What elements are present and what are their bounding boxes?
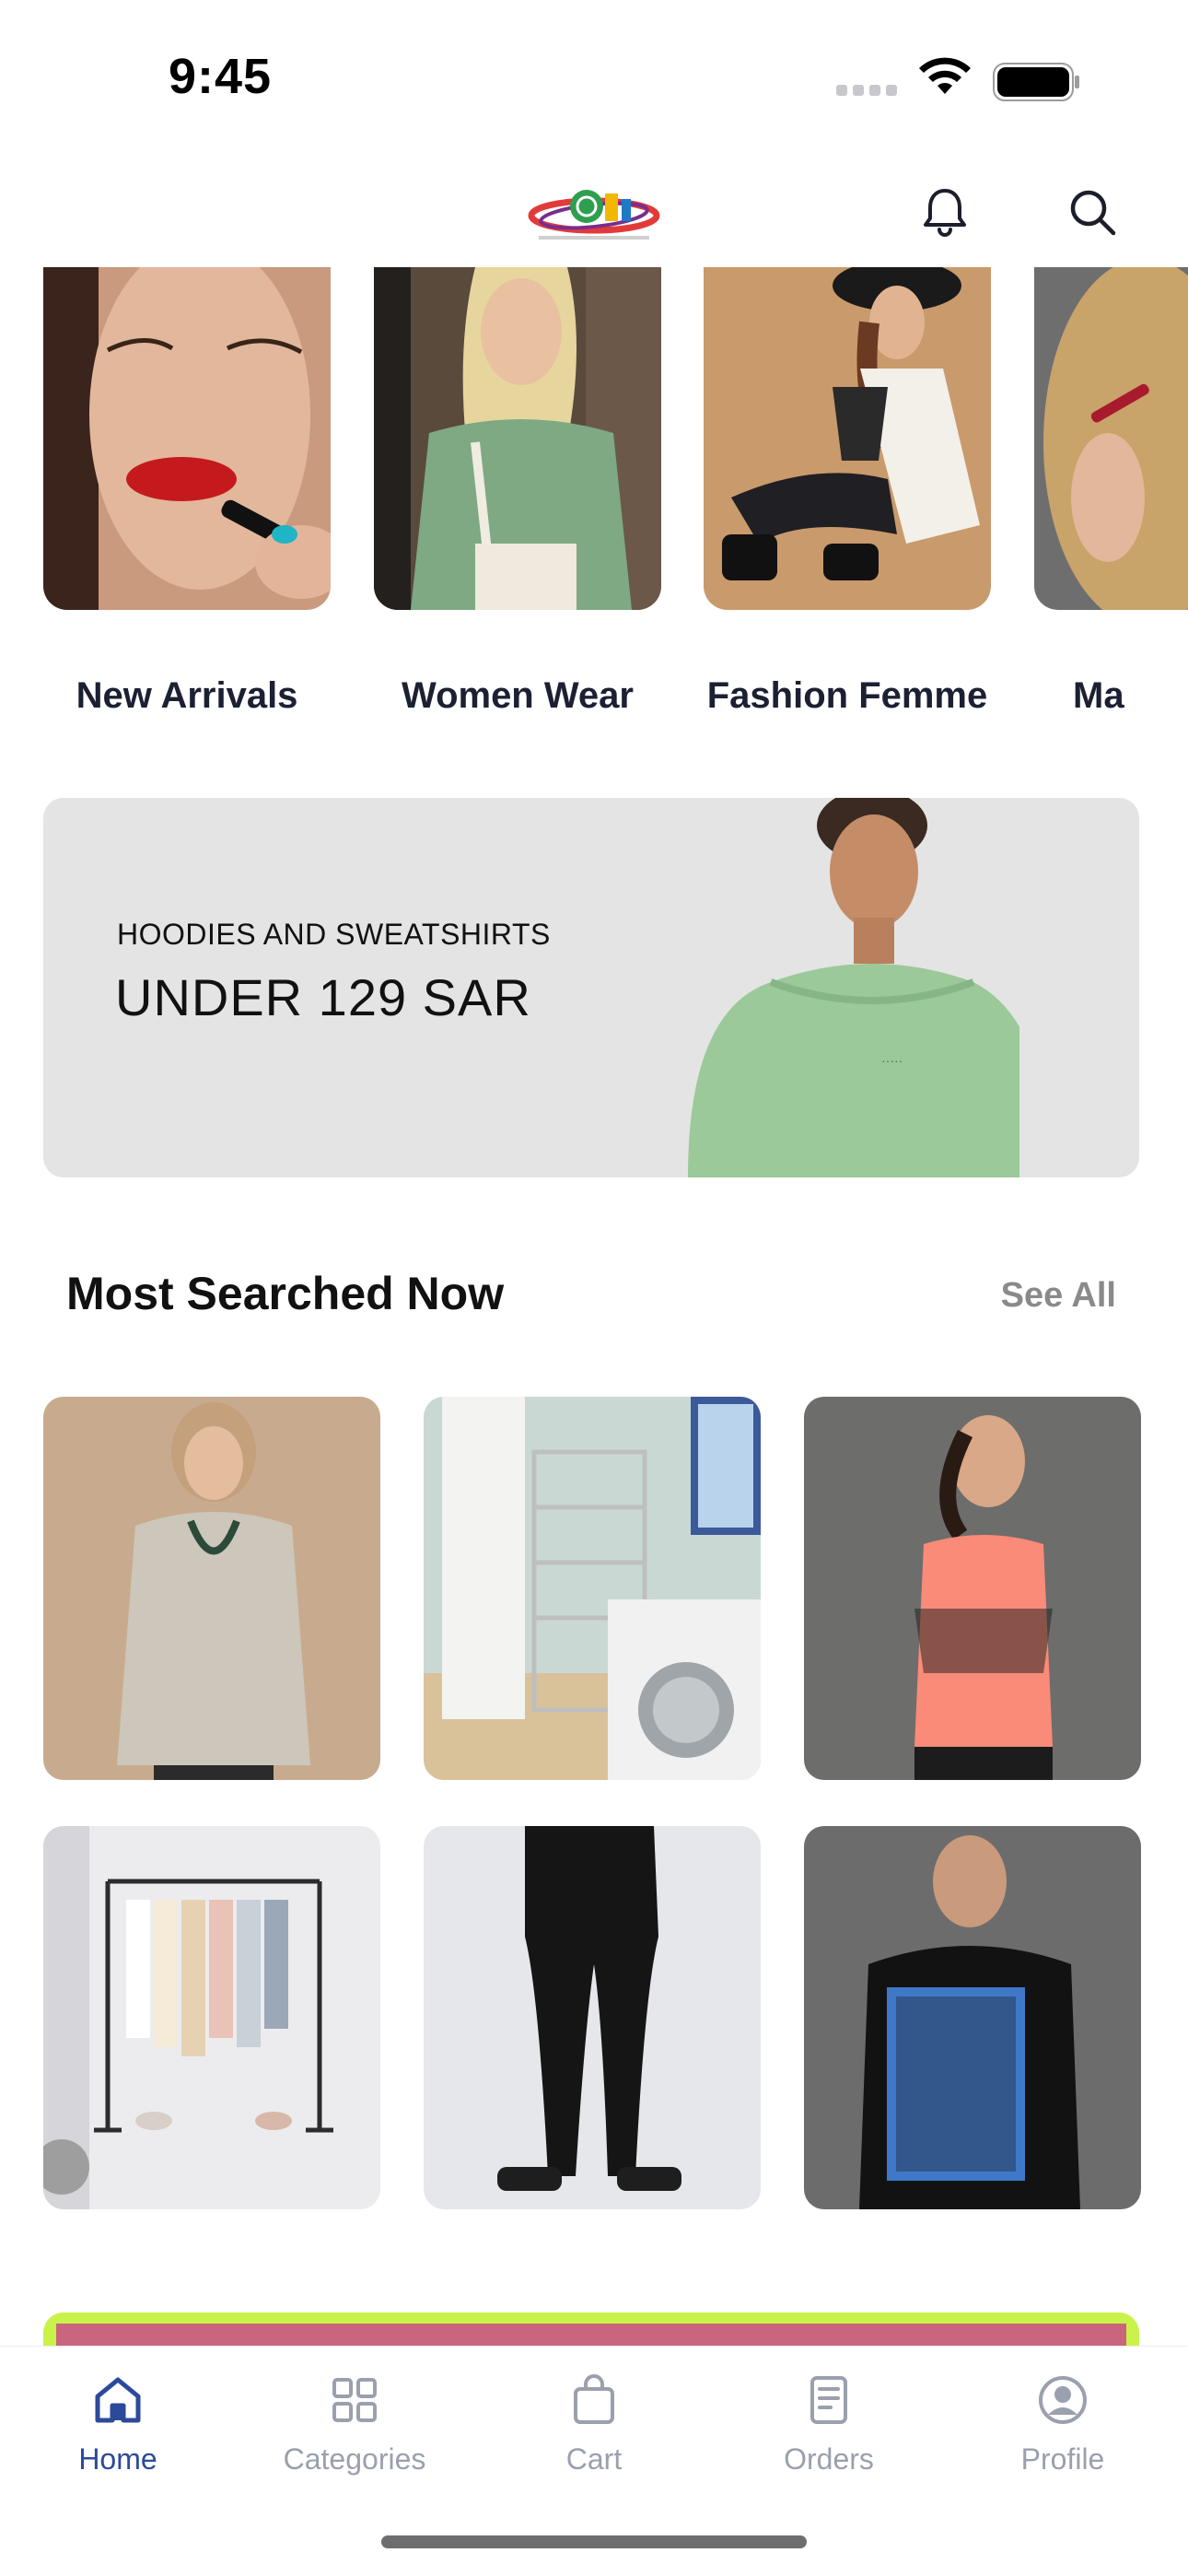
svg-text:·····: ····· bbox=[881, 1053, 903, 1068]
tab-cart[interactable]: Cart bbox=[493, 2372, 695, 2492]
category-label: Ma bbox=[1073, 675, 1124, 716]
category-image bbox=[374, 267, 661, 610]
tab-label: Home bbox=[78, 2442, 157, 2476]
status-bar: 9:45 bbox=[0, 0, 1188, 147]
search-icon bbox=[1070, 190, 1116, 236]
bag-icon bbox=[574, 2374, 614, 2424]
tab-profile[interactable]: Profile bbox=[961, 2372, 1164, 2492]
section-title: Most Searched Now bbox=[66, 1268, 505, 1319]
promo-banner[interactable]: HOODIES AND SWEATSHIRTS UNDER 129 SAR ··… bbox=[43, 798, 1139, 1177]
category-new-arrivals[interactable]: New Arrivals bbox=[43, 267, 331, 716]
product-tile[interactable] bbox=[424, 1397, 761, 1780]
banner-title: UNDER 129 SAR bbox=[115, 968, 531, 1026]
tab-home[interactable]: Home bbox=[17, 2372, 219, 2492]
product-tile[interactable] bbox=[804, 1397, 1141, 1780]
category-women-wear[interactable]: Women Wear bbox=[374, 267, 661, 716]
tab-label: Profile bbox=[1020, 2442, 1105, 2476]
receipt-icon bbox=[810, 2376, 847, 2424]
banner-subtitle: HOODIES AND SWEATSHIRTS bbox=[117, 918, 551, 951]
product-image bbox=[43, 1397, 380, 1780]
home-icon bbox=[95, 2377, 141, 2423]
tab-label: Orders bbox=[784, 2442, 874, 2476]
wifi-icon bbox=[919, 57, 971, 94]
product-image bbox=[804, 1826, 1141, 2209]
promo-card-peek[interactable] bbox=[43, 2313, 1139, 2349]
category-label: New Arrivals bbox=[76, 675, 298, 716]
home-indicator bbox=[381, 2535, 807, 2548]
tab-categories[interactable]: Categories bbox=[253, 2372, 456, 2492]
category-carousel[interactable]: New Arrivals Women Wear Fashion Femme Ma bbox=[0, 267, 1188, 765]
category-label: Women Wear bbox=[402, 675, 634, 716]
bell-icon bbox=[924, 189, 966, 237]
product-tile[interactable] bbox=[43, 1397, 380, 1780]
grid-icon bbox=[332, 2378, 377, 2422]
tab-label: Cart bbox=[565, 2442, 623, 2476]
search-button[interactable] bbox=[1055, 175, 1129, 249]
tab-orders[interactable]: Orders bbox=[728, 2372, 930, 2492]
product-image bbox=[804, 1397, 1141, 1780]
category-image bbox=[704, 267, 991, 610]
status-time: 9:45 bbox=[169, 49, 273, 104]
notifications-button[interactable] bbox=[908, 175, 982, 249]
brand-logo[interactable] bbox=[502, 175, 686, 249]
category-label: Fashion Femme bbox=[706, 675, 988, 716]
product-image bbox=[424, 1826, 761, 2209]
product-image bbox=[424, 1397, 761, 1780]
tab-label: Categories bbox=[283, 2442, 426, 2476]
product-tile[interactable] bbox=[804, 1826, 1141, 2209]
product-tile[interactable] bbox=[43, 1826, 380, 2209]
banner-model-image: ····· bbox=[688, 798, 1019, 1177]
category-image bbox=[43, 267, 331, 610]
battery-icon bbox=[993, 63, 1079, 101]
product-tile[interactable] bbox=[424, 1826, 761, 2209]
signal-icon bbox=[836, 85, 901, 100]
category-image bbox=[1034, 267, 1188, 610]
user-circle-icon bbox=[1039, 2376, 1087, 2424]
product-image bbox=[43, 1826, 380, 2209]
app-header bbox=[0, 157, 1188, 267]
see-all-link[interactable]: See All bbox=[1001, 1276, 1116, 1316]
category-fashion-femme[interactable]: Fashion Femme bbox=[704, 267, 991, 716]
category-partial[interactable]: Ma bbox=[1034, 267, 1188, 716]
